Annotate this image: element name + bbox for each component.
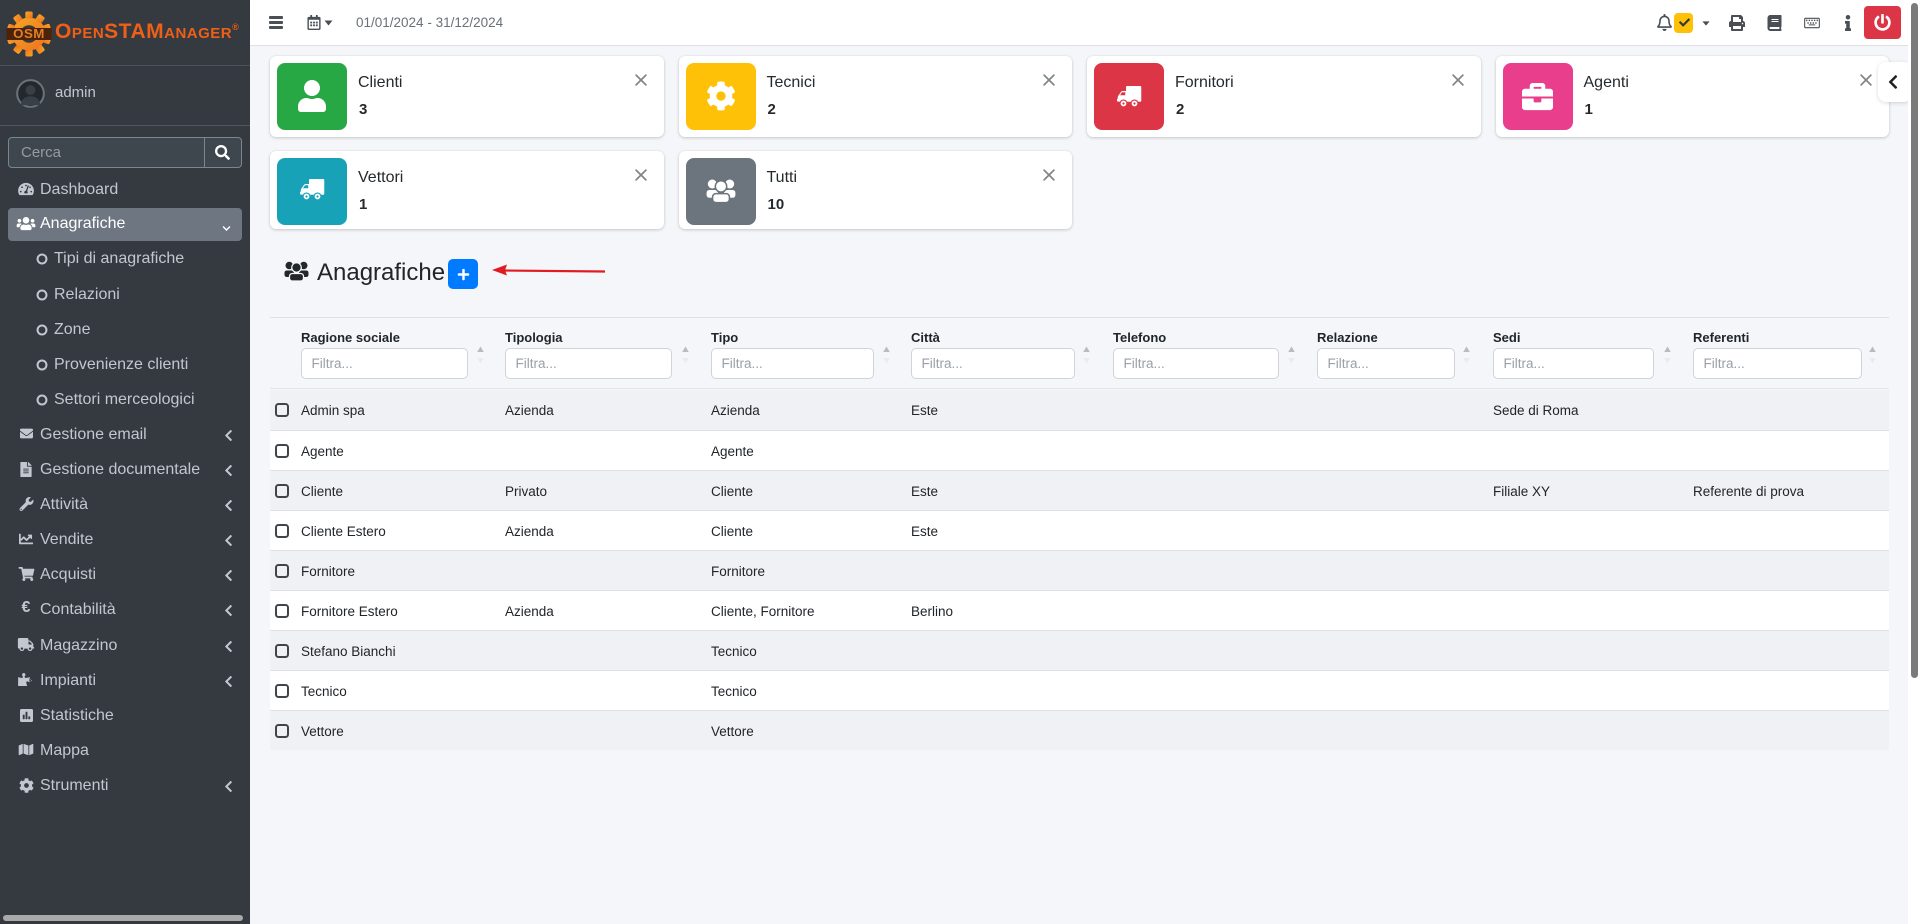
svg-text:OSM: OSM (13, 26, 45, 41)
